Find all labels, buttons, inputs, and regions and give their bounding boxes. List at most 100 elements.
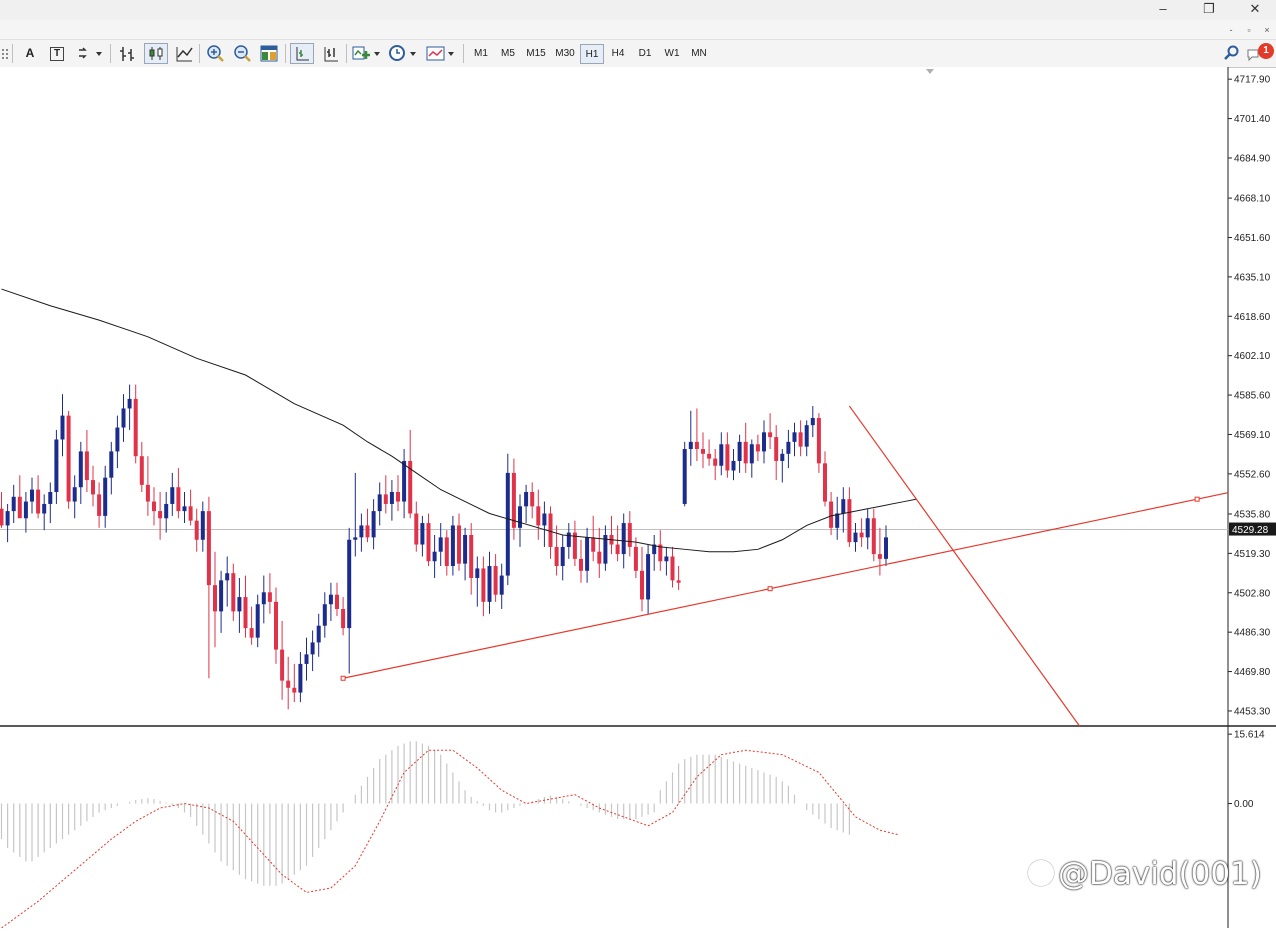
candle-body: [823, 463, 827, 502]
toolbar-grip-icon: [0, 43, 10, 64]
timeframe-m1-button[interactable]: M1: [468, 44, 494, 64]
zoom-out-button[interactable]: [231, 43, 253, 64]
timeframe-m5-button[interactable]: M5: [495, 44, 521, 64]
candle-body: [347, 539, 352, 629]
candle-body: [310, 642, 315, 655]
candle-body: [640, 570, 644, 600]
chart-minimize-button[interactable]: -: [1222, 22, 1240, 38]
candle-body: [341, 609, 346, 629]
price-axis-label: 4668.10: [1234, 194, 1271, 205]
text-tool-button[interactable]: A: [20, 43, 40, 64]
macd-axis-label: 15.614: [1234, 730, 1265, 741]
candle-body: [66, 415, 71, 502]
notification-badge[interactable]: 1: [1258, 43, 1274, 59]
candle-body: [542, 513, 547, 526]
trendline-handle[interactable]: [767, 586, 773, 592]
candle-body: [871, 518, 876, 555]
candle-body: [780, 453, 785, 461]
candle-body: [206, 511, 211, 586]
candle-body: [798, 432, 803, 447]
candle-body: [5, 511, 10, 526]
candle-body: [60, 415, 65, 440]
timeframe-m30-button[interactable]: M30: [551, 44, 579, 64]
window-minimize-button[interactable]: –: [1140, 0, 1186, 20]
candle-body: [884, 537, 888, 559]
current-price-tag: 4529.28: [1229, 522, 1276, 536]
bar-chart-button[interactable]: [116, 43, 140, 64]
candle-body: [383, 494, 388, 504]
candle-body: [78, 451, 83, 488]
price-axis: 4717.90 4701.40 4684.90 4668.10 4651.60 4635.…: [1228, 75, 1271, 717]
candle-body: [322, 604, 327, 626]
candle-body: [402, 460, 407, 502]
candle-body: [646, 554, 651, 600]
candle-body: [481, 568, 486, 602]
candle-body: [371, 511, 376, 538]
timeframe-m15-button[interactable]: M15: [522, 44, 550, 64]
candle-body: [475, 568, 480, 578]
candle-body: [719, 444, 724, 466]
candle-body: [591, 537, 596, 552]
zhihu-logo-icon: [1028, 860, 1054, 886]
search-button[interactable]: [1222, 43, 1242, 64]
timeframe-mn-button[interactable]: MN: [686, 44, 712, 64]
current-price-label: 4529.28: [1232, 525, 1269, 536]
chart-window[interactable]: 4717.90 4701.40 4684.90 4668.10 4651.60 4635.…: [0, 67, 1276, 929]
window-restore-button[interactable]: ❐: [1186, 0, 1232, 20]
chart-canvas[interactable]: 4717.90 4701.40 4684.90 4668.10 4651.60 4635.…: [0, 67, 1276, 929]
candle-body: [194, 520, 199, 540]
price-axis-label: 4486.30: [1234, 628, 1271, 639]
candle-body: [84, 451, 89, 481]
candle-body: [865, 518, 870, 538]
indicators-button[interactable]: [350, 43, 382, 64]
window-titlebar: – ❐ ✕: [0, 0, 1276, 21]
chart-restore-button[interactable]: ▫: [1240, 22, 1258, 38]
price-axis-label: 4635.10: [1234, 272, 1271, 283]
candle-body: [585, 537, 590, 571]
candle-body: [627, 523, 632, 547]
candle-body: [97, 494, 102, 516]
price-axis-label: 4502.80: [1234, 588, 1271, 599]
timeframe-h1-button[interactable]: H1: [580, 44, 604, 64]
templates-button[interactable]: [424, 43, 456, 64]
candle-body: [847, 499, 852, 543]
candle-body: [457, 525, 461, 564]
candle-body: [792, 432, 797, 442]
text-label-tool-button[interactable]: T: [46, 43, 68, 64]
tile-windows-icon: [260, 45, 278, 62]
periods-button[interactable]: [386, 43, 418, 64]
candle-body: [518, 506, 522, 528]
candle-body: [786, 441, 791, 454]
price-axis-label: 4453.30: [1234, 706, 1271, 717]
price-axis-label: 4618.60: [1234, 312, 1271, 323]
candlestick-chart-button[interactable]: [144, 43, 168, 64]
price-axis-label: 4535.80: [1234, 509, 1271, 520]
candle-body: [487, 566, 492, 602]
toolbar-separator: [346, 44, 347, 63]
timeframe-d1-button[interactable]: D1: [632, 44, 658, 64]
arrows-tool-button[interactable]: [74, 43, 104, 64]
timeframe-w1-button[interactable]: W1: [659, 44, 685, 64]
macd-histogram: [0, 741, 851, 886]
trendline-handle[interactable]: [1194, 496, 1200, 502]
candle-body: [743, 441, 748, 464]
zoom-in-button[interactable]: [204, 43, 226, 64]
candle-body: [676, 580, 681, 583]
candle-body: [48, 492, 53, 504]
trendline-handle[interactable]: [340, 675, 346, 681]
auto-scroll-button[interactable]: [318, 43, 342, 64]
candle-body: [200, 511, 205, 540]
candle-body: [152, 501, 156, 512]
candle-body: [23, 501, 28, 519]
tile-windows-button[interactable]: [258, 43, 280, 64]
timeframe-h4-button[interactable]: H4: [605, 44, 631, 64]
candle-body: [255, 604, 260, 638]
candle-body: [286, 680, 291, 688]
candle-body: [54, 439, 59, 493]
chart-shift-button[interactable]: [290, 43, 314, 64]
chart-close-button[interactable]: ×: [1258, 22, 1276, 38]
line-chart-button[interactable]: [172, 43, 196, 64]
chart-shift-icon: [296, 47, 309, 61]
toolbar-separator: [463, 44, 464, 63]
window-close-button[interactable]: ✕: [1232, 0, 1276, 20]
